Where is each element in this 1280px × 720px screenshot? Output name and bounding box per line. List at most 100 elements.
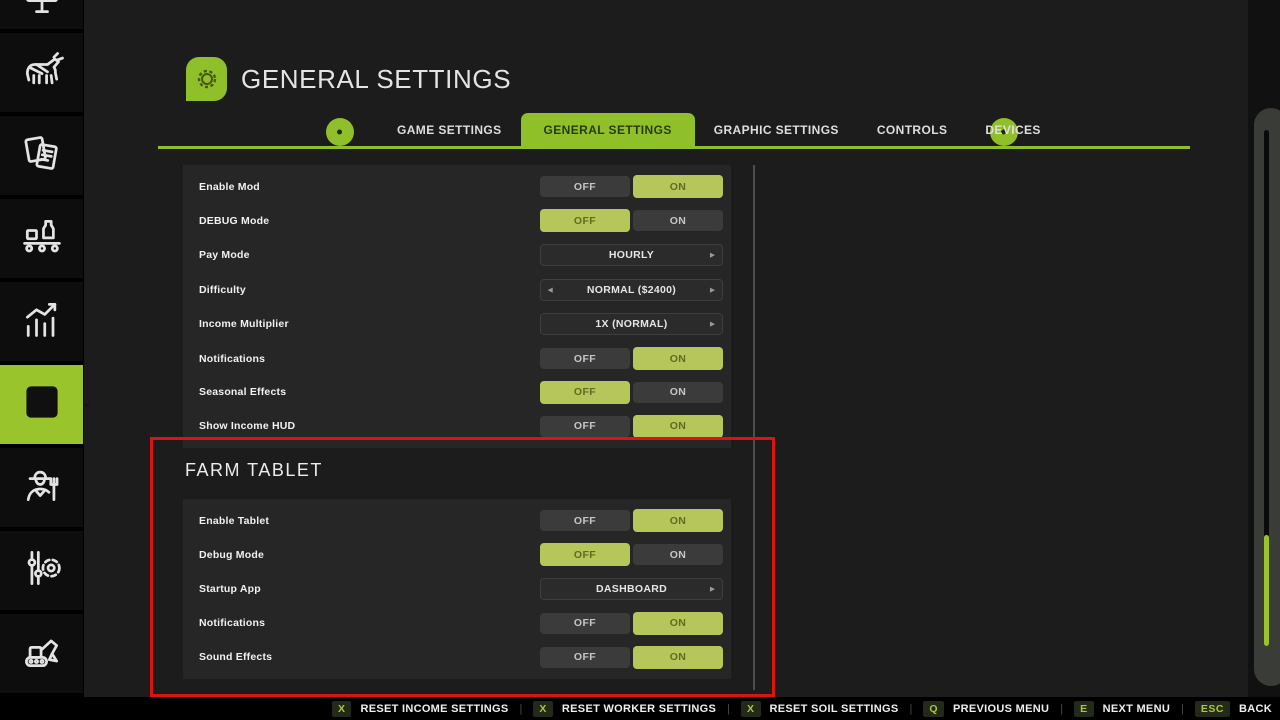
toggle-on-button[interactable]: ON [633,382,723,403]
tuning-icon [20,546,64,595]
tab-bar: GAME SETTINGSGENERAL SETTINGSGRAPHIC SET… [378,113,1060,146]
setting-label: Enable Tablet [199,515,269,527]
tab-graphic-settings[interactable]: GRAPHIC SETTINGS [695,113,858,146]
setting-label: Notifications [199,617,265,629]
sidebar-item-statistics[interactable] [0,282,83,361]
key-badge-esc: ESC [1195,701,1230,717]
select-left-arrow-icon[interactable]: ◂ [548,284,553,295]
key-badge-x: X [332,701,352,717]
toggle-off-button[interactable]: OFF [540,647,630,668]
general-settings-screen: GENERAL SETTINGS GAME SETTINGSGENERAL SE… [0,0,1280,720]
excavator-icon [20,629,64,678]
select-startup-app[interactable]: DASHBOARD▸ [540,578,723,600]
footer-action-label: BACK [1239,703,1272,715]
sidebar [0,0,84,697]
setting-row-debug-mode: Debug Mode OFFON [183,544,731,565]
sidebar-item-excavator[interactable] [0,614,83,693]
toggle-on-button[interactable]: ON [633,175,723,198]
setting-label: Notifications [199,353,265,365]
toggle-off-button[interactable]: OFF [540,416,630,437]
select-right-arrow-icon[interactable]: ▸ [710,284,715,295]
toggle-off-button[interactable]: OFF [540,348,630,369]
select-value: HOURLY [609,249,654,261]
setting-label: DEBUG Mode [199,215,269,227]
sidebar-item-production[interactable] [0,199,83,278]
select-income-multiplier[interactable]: 1X (NORMAL) ▸ [540,313,723,335]
tab-general-settings[interactable]: GENERAL SETTINGS [521,113,695,146]
cow-icon [20,48,64,97]
toggle-off-button[interactable]: OFF [540,613,630,634]
footer-action-label: RESET WORKER SETTINGS [562,703,716,715]
toggle-on-button[interactable]: ON [633,646,723,669]
setting-label: Enable Mod [199,181,260,193]
setting-row-enable-tablet: Enable Tablet OFFON [183,510,731,531]
sidebar-item-tablet[interactable] [0,365,83,444]
setting-row-show-income-hud: Show Income HUDOFFON [183,416,731,437]
tab-underline [158,146,1190,149]
statistics-icon [20,297,64,346]
toggle-enable-tablet: OFFON [540,510,723,531]
farmer-icon [20,463,64,512]
tablet-icon [20,380,64,429]
setting-row-startup-app: Startup App DASHBOARD▸ [183,578,731,600]
footer-action-label: PREVIOUS MENU [953,703,1049,715]
tab-controls[interactable]: CONTROLS [858,113,967,146]
setting-label: Startup App [199,583,261,595]
footer-action-reset-soil-settings[interactable]: X RESET SOIL SETTINGS [741,701,898,717]
select-value: 1X (NORMAL) [595,318,667,330]
setting-row-enable-mod: Enable Mod OFFON [183,176,731,197]
toggle-off-button[interactable]: OFF [540,543,630,566]
toggle-notifications: OFFON [540,348,723,369]
setting-row-pay-mode: Pay Mode HOURLY ▸ [183,244,731,266]
toggle-debug-mode: OFFON [540,544,723,565]
setting-label: Pay Mode [199,249,250,261]
toggle-off-button[interactable]: OFF [540,381,630,404]
toggle-on-button[interactable]: ON [633,509,723,532]
key-badge-x: X [741,701,761,717]
scroll-thumb[interactable] [1264,535,1269,646]
setting-label: Debug Mode [199,549,264,561]
footer-separator: | [520,703,523,715]
settings-panel-farm-tablet: Enable TabletOFFONDebug ModeOFFONStartup… [183,499,731,679]
select-difficulty[interactable]: NORMAL ($2400) ◂ ▸ [540,279,723,301]
setting-label: Income Multiplier [199,318,289,330]
sidebar-item-tuning[interactable] [0,531,83,610]
toggle-show-income-hud: OFFON [540,416,723,437]
footer-action-back[interactable]: ESC BACK [1195,701,1272,717]
toggle-on-button[interactable]: ON [633,347,723,370]
toggle-notifications: OFFON [540,613,723,634]
sidebar-item-monitor[interactable] [0,0,83,29]
select-pay-mode[interactable]: HOURLY ▸ [540,244,723,266]
toggle-on-button[interactable]: ON [633,612,723,635]
toggle-sound-effects: OFFON [540,647,723,668]
footer-action-reset-worker-settings[interactable]: XRESET WORKER SETTINGS [533,701,716,717]
toggle-on-button[interactable]: ON [633,210,723,231]
sidebar-item-documents[interactable] [0,116,83,195]
footer-action-reset-income-settings[interactable]: XRESET INCOME SETTINGS [332,701,509,717]
select-right-arrow-icon[interactable]: ▸ [710,319,715,330]
footer-action-label: RESET SOIL SETTINGS [770,703,899,715]
documents-icon [20,131,64,180]
gear-icon [186,57,227,101]
select-right-arrow-icon[interactable]: ▸ [710,583,715,594]
setting-row-income-multiplier: Income Multiplier 1X (NORMAL) ▸ [183,313,731,335]
setting-row-notifications: Notifications OFFON [183,613,731,634]
toggle-on-button[interactable]: ON [633,544,723,565]
toggle-off-button[interactable]: OFF [540,510,630,531]
prev-arrow-icon[interactable] [326,118,354,146]
tab-game-settings[interactable]: GAME SETTINGS [378,113,521,146]
toggle-on-button[interactable]: ON [633,415,723,438]
key-badge-q: Q [923,701,944,717]
content-scrollbar[interactable] [753,165,755,690]
footer-action-previous-menu[interactable]: Q PREVIOUS MENU [923,701,1049,717]
toggle-enable-mod: OFFON [540,176,723,197]
footer-action-label: NEXT MENU [1103,703,1170,715]
sidebar-item-cow[interactable] [0,33,83,112]
toggle-off-button[interactable]: OFF [540,176,630,197]
footer-action-next-menu[interactable]: ENEXT MENU [1074,701,1170,717]
select-right-arrow-icon[interactable]: ▸ [710,249,715,260]
toggle-off-button[interactable]: OFF [540,209,630,232]
sidebar-item-farmer[interactable] [0,448,83,527]
select-value: NORMAL ($2400) [587,284,676,296]
tab-devices[interactable]: DEVICES [966,113,1059,146]
